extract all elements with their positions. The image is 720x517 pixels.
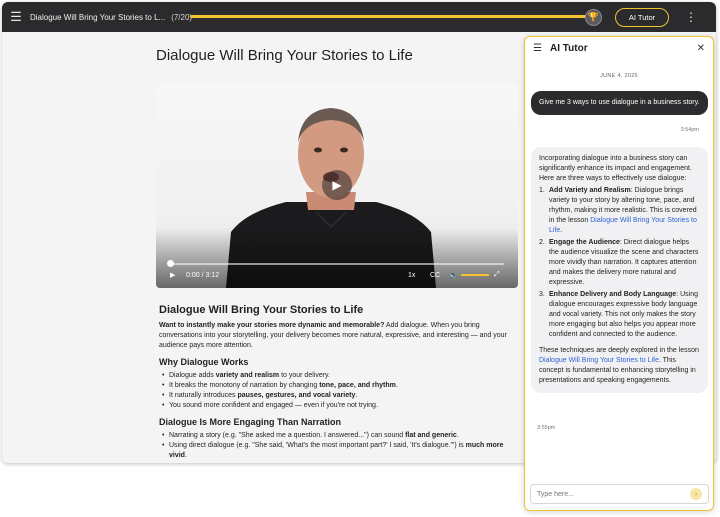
list-item: It breaks the monotony of narration by c… bbox=[159, 381, 519, 391]
item-text: . bbox=[560, 227, 563, 234]
lesson-count: (7/20) bbox=[171, 12, 193, 22]
article-heading: Dialogue Will Bring Your Stories to Life bbox=[159, 304, 364, 316]
play-icon[interactable]: ▶ bbox=[170, 269, 175, 281]
item-text: . bbox=[184, 452, 187, 459]
ai-tutor-panel: ☰ AI Tutor ✕ JUNE 4, 2025 Give me 3 ways… bbox=[524, 36, 714, 511]
item-number: 3. bbox=[539, 291, 545, 298]
playback-speed-button[interactable]: 1x bbox=[408, 269, 415, 281]
hamburger-menu-icon[interactable]: ☰ bbox=[2, 2, 30, 32]
bot-intro: Incorporating dialogue into a business s… bbox=[539, 155, 692, 182]
lesson-link[interactable]: Dialogue Will Bring Your Stories to Life bbox=[539, 357, 659, 364]
list-item: You sound more confident and engaged — e… bbox=[159, 401, 519, 411]
lesson-article: Dialogue Will Bring Your Stories to Life… bbox=[159, 304, 519, 461]
ai-tutor-button[interactable]: AI Tutor bbox=[615, 8, 669, 27]
chat-input-box: › bbox=[530, 484, 709, 504]
item-text: . bbox=[456, 432, 459, 439]
item-text: : Direct dialogue helps the audience vis… bbox=[549, 239, 699, 286]
user-message: Give me 3 ways to use dialogue in a busi… bbox=[531, 91, 708, 115]
item-text: It naturally introduces bbox=[169, 392, 238, 399]
list-item: Dialogue adds variety and realism to you… bbox=[159, 371, 519, 381]
item-text: Using direct dialogue (e.g. "She said, '… bbox=[169, 442, 466, 449]
play-button[interactable]: ▶ bbox=[322, 170, 352, 200]
bot-message: Incorporating dialogue into a business s… bbox=[531, 147, 708, 393]
panel-title: AI Tutor bbox=[550, 42, 588, 54]
section-heading-why: Why Dialogue Works bbox=[159, 357, 249, 367]
item-text: : Using dialogue encourages expressive b… bbox=[549, 291, 698, 338]
scrubber-handle[interactable] bbox=[167, 260, 174, 267]
item-text: . bbox=[395, 382, 398, 389]
outro-text: These techniques are deeply explored in … bbox=[539, 347, 699, 354]
item-bold: variety and realism bbox=[215, 372, 280, 379]
bot-outro: These techniques are deeply explored in … bbox=[539, 346, 700, 386]
section-heading-engaging: Dialogue Is More Engaging Than Narration bbox=[159, 417, 342, 427]
item-text: Dialogue adds bbox=[169, 372, 216, 379]
volume-slider[interactable] bbox=[461, 274, 489, 276]
course-progress-bar bbox=[190, 15, 590, 18]
send-arrow-icon[interactable]: › bbox=[690, 488, 702, 500]
captions-button[interactable]: CC bbox=[430, 269, 440, 281]
article-intro: Want to instantly make your stories more… bbox=[159, 321, 519, 351]
item-number: 2. bbox=[539, 239, 545, 246]
lesson-title: Dialogue Will Bring Your Stories to Life bbox=[156, 47, 413, 64]
video-time: 0:00 / 3:12 bbox=[186, 271, 220, 279]
volume-icon[interactable]: 🔈 bbox=[449, 269, 458, 281]
fullscreen-icon[interactable]: ⤢ bbox=[494, 269, 500, 281]
course-progress-fill bbox=[190, 15, 590, 18]
bot-list-item: 1. Add Variety and Realism: Dialogue brin… bbox=[539, 186, 700, 236]
item-bold: tone, pace, and rhythm bbox=[319, 382, 396, 389]
list-item: Narrating a story (e.g. "She asked me a … bbox=[159, 431, 519, 441]
bot-list-item: 3. Enhance Delivery and Body Language: Us… bbox=[539, 290, 700, 340]
item-bold: flat and generic bbox=[405, 432, 457, 439]
item-bold: Add Variety and Realism bbox=[549, 187, 631, 194]
engaging-list: Narrating a story (e.g. "She asked me a … bbox=[159, 431, 519, 461]
list-item: Using direct dialogue (e.g. "She said, '… bbox=[159, 441, 519, 461]
close-icon[interactable]: ✕ bbox=[697, 43, 705, 54]
user-message-time: 3:54pm bbox=[680, 127, 699, 133]
panel-menu-icon[interactable]: ☰ bbox=[533, 43, 545, 54]
chat-input[interactable] bbox=[537, 490, 687, 498]
item-text: It breaks the monotony of narration by c… bbox=[169, 382, 320, 389]
video-scrubber[interactable] bbox=[168, 263, 504, 265]
lesson-content[interactable]: Dialogue Will Bring Your Stories to Life… bbox=[2, 32, 530, 463]
top-bar: ☰ Dialogue Will Bring Your Stories to L.… bbox=[2, 2, 716, 32]
item-text: . bbox=[355, 392, 358, 399]
list-item: It naturally introduces pauses, gestures… bbox=[159, 391, 519, 401]
item-bold: Engage the Audience bbox=[549, 239, 620, 246]
why-list: Dialogue adds variety and realism to you… bbox=[159, 371, 519, 411]
intro-bold: Want to instantly make your stories more… bbox=[159, 322, 385, 329]
panel-header: ☰ AI Tutor ✕ bbox=[525, 37, 713, 59]
item-text: to your delivery. bbox=[279, 372, 330, 379]
item-number: 1. bbox=[539, 187, 545, 194]
bot-list-item: 2. Engage the Audience: Direct dialogue h… bbox=[539, 238, 700, 288]
chat-date: JUNE 4, 2025 bbox=[600, 73, 638, 79]
item-bold: pauses, gestures, and vocal variety bbox=[237, 392, 356, 399]
more-options-icon[interactable]: ⋮ bbox=[684, 9, 698, 25]
item-text: Narrating a story (e.g. "She asked me a … bbox=[169, 432, 406, 439]
trophy-icon[interactable]: 🏆 bbox=[585, 9, 602, 26]
bot-list: 1. Add Variety and Realism: Dialogue brin… bbox=[539, 186, 700, 340]
video-player[interactable]: ▶ ▶ 0:00 / 3:12 1x CC 🔈 ⤢ bbox=[156, 84, 518, 288]
item-bold: Enhance Delivery and Body Language bbox=[549, 291, 677, 298]
item-text: You sound more confident and engaged — e… bbox=[169, 402, 378, 409]
bot-message-time: 3:55pm bbox=[537, 425, 556, 431]
course-title: Dialogue Will Bring Your Stories to L... bbox=[30, 12, 166, 22]
